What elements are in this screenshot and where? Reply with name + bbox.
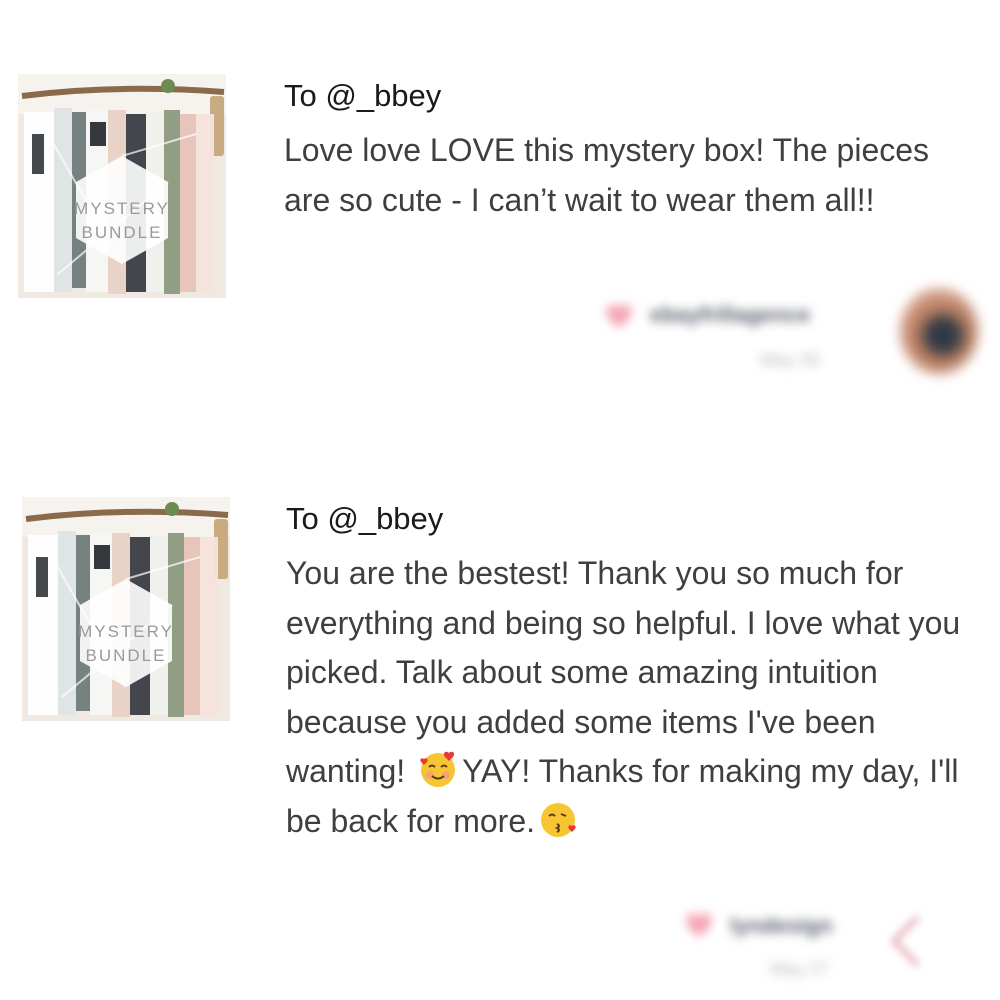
mystery-bundle-thumbnail[interactable]: MYSTERY BUNDLE — [22, 497, 230, 721]
mystery-bundle-thumbnail[interactable]: MYSTERY BUNDLE — [18, 74, 226, 298]
thumbnail-text-line1: MYSTERY — [78, 622, 174, 641]
recipient-line: To @_bbey — [286, 501, 444, 536]
heart-icon[interactable] — [684, 911, 714, 939]
review-message: You are the bestest! Thank you so much f… — [286, 549, 976, 846]
reviewer-name[interactable]: ebayfrillagence — [650, 302, 810, 328]
review-card: MYSTERY BUNDLE To @_bbey You are the bes… — [0, 493, 1000, 1000]
reviewer-meta: lyndesign May 27 — [680, 903, 1000, 993]
review-date: May 28 — [760, 350, 820, 370]
smiling-face-with-hearts-icon — [420, 751, 456, 787]
thumbnail-text-line2: BUNDLE — [82, 223, 163, 242]
thumbnail-text-line1: MYSTERY — [74, 199, 170, 218]
review-card: MYSTERY BUNDLE To @_bbey Love love LOVE … — [0, 70, 1000, 390]
heart-icon[interactable] — [604, 302, 634, 330]
recipient-line: To @_bbey — [284, 78, 442, 113]
reviewer-name[interactable]: lyndesign — [730, 913, 833, 939]
review-date: May 27 — [770, 959, 830, 979]
reply-icon[interactable] — [880, 911, 940, 971]
clothing-rack-image: MYSTERY BUNDLE — [22, 497, 230, 721]
clothing-rack-image: MYSTERY BUNDLE — [18, 74, 226, 298]
thumbnail-text-line2: BUNDLE — [86, 646, 167, 665]
face-blowing-a-kiss-icon — [541, 802, 576, 837]
reviewer-avatar[interactable] — [900, 288, 978, 374]
review-message: Love love LOVE this mystery box! The pie… — [284, 132, 938, 218]
